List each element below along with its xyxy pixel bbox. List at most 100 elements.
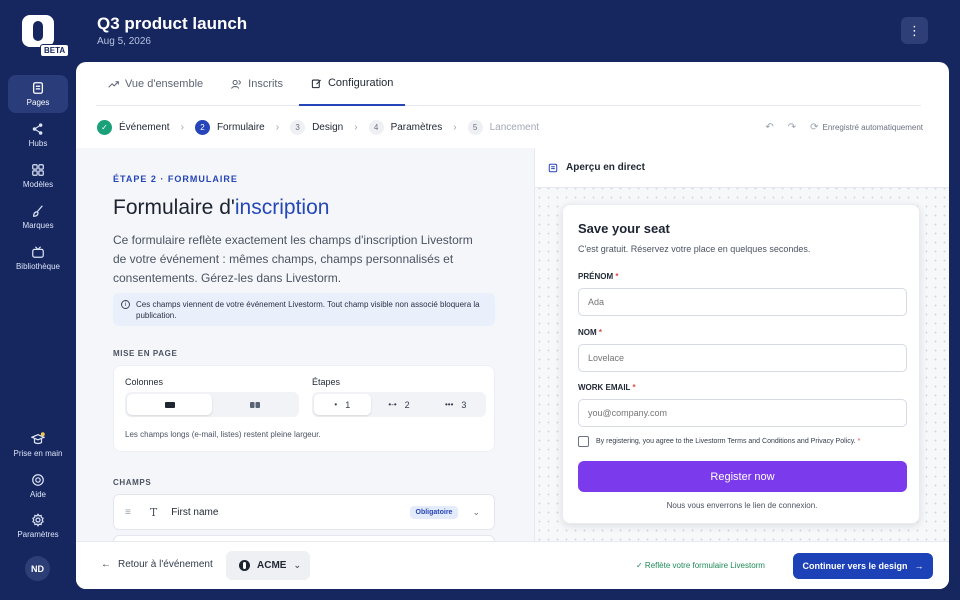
rail-item-label: Bibliothèque [15, 262, 61, 271]
columns-option-one[interactable] [127, 394, 212, 415]
form-footnote: Nous vous enverrons le lien de connexion… [666, 501, 818, 510]
rail-item-hubs[interactable]: Hubs [8, 116, 68, 154]
footer-bar: ← Retour à l'événement ACME ⌄ ✓ Reflète … [76, 541, 949, 589]
chevron-right-icon: › [354, 121, 358, 133]
brand-name: ACME [257, 560, 287, 571]
step-design[interactable]: 3 Design [290, 119, 343, 135]
drag-handle-icon[interactable]: ≡ [125, 507, 131, 518]
rail-item-label: Aide [29, 490, 46, 499]
tab-configuration[interactable]: Configuration [298, 62, 406, 106]
steps-segmented-control: • 1 •-• 2 ••• 3 [312, 392, 486, 417]
consent-checkbox[interactable] [578, 436, 589, 447]
layout-settings: Colonnes Étapes • 1 •-• 2 ••• 3 Les champs … [113, 365, 495, 452]
sync-status: ✓ Reflète votre formulaire Livestorm [636, 561, 765, 570]
rail-item-pages[interactable]: Pages [8, 75, 68, 113]
preview-title: Aperçu en direct [566, 162, 645, 173]
rail-item-label: Hubs [28, 139, 48, 148]
first-name-input[interactable] [578, 288, 907, 316]
brand-selector[interactable]: ACME ⌄ [226, 551, 310, 580]
step-number: 3 [290, 119, 306, 135]
rail-item-label: Paramètres [17, 530, 59, 539]
tab-overview[interactable]: Vue d'ensemble [96, 62, 215, 106]
tab-label: Inscrits [248, 78, 283, 90]
required-badge: Obligatoire [409, 505, 459, 519]
title-plain: Formulaire d' [113, 196, 235, 219]
single-column-icon [164, 401, 175, 408]
section-description: Ce formulaire reflète exactement les cha… [113, 233, 473, 285]
required-mark: * [615, 272, 619, 281]
undo-icon[interactable]: ↶ [765, 122, 773, 133]
edit-icon [311, 79, 321, 88]
users-icon [231, 79, 241, 89]
tab-registrants[interactable]: Inscrits [219, 62, 295, 106]
section-title: Formulaire d'inscription [113, 196, 329, 220]
info-icon: i [121, 300, 130, 309]
preview-header: Aperçu en direct [535, 148, 949, 188]
step-number: 4 [368, 119, 384, 135]
tab-bar: Vue d'ensemble Inscrits Configuration [96, 62, 921, 106]
step-label: Lancement [489, 121, 540, 133]
chevron-right-icon: › [453, 121, 457, 133]
option-label: 1 [345, 399, 351, 410]
rail-item-bibliotheque[interactable]: Bibliothèque [8, 239, 68, 277]
last-name-input[interactable] [578, 344, 907, 372]
sync-icon: ⟳ [810, 121, 819, 133]
tv-icon [32, 246, 44, 258]
dots-icon: •-• [388, 400, 397, 409]
brand-logo-icon [239, 560, 250, 571]
label-text: NOM [578, 328, 597, 337]
rail-item-prise-en-main[interactable]: Prise en main [8, 426, 68, 464]
rail-item-marques[interactable]: Marques [8, 198, 68, 236]
rail-item-modeles[interactable]: Modèles [8, 157, 68, 195]
chevron-down-icon[interactable]: ⌄ [472, 507, 480, 518]
check-icon: ✓ [97, 119, 112, 135]
first-name-label: PRÉNOM * [578, 272, 618, 281]
form-title: Save your seat [578, 221, 670, 236]
field-row[interactable]: ≡ T First name Obligatoire ⌄ [113, 494, 495, 530]
fields-heading: CHAMPS [113, 478, 152, 487]
columns-segmented-control [125, 392, 299, 417]
last-name-label: NOM * [578, 328, 602, 337]
label-text: PRÉNOM [578, 272, 614, 281]
redo-icon[interactable]: ↷ [788, 122, 796, 133]
steps-label: Étapes [312, 377, 341, 387]
form-settings-pane: ÉTAPE 2 · FORMULAIRE Formulaire d'inscri… [76, 148, 534, 541]
work-email-input[interactable] [578, 399, 907, 427]
event-date: Aug 5, 2026 [97, 36, 151, 47]
main-card: Vue d'ensemble Inscrits Configuration ✓ … [76, 62, 949, 589]
graduation-cap-icon [31, 432, 45, 445]
share-icon [32, 123, 43, 135]
required-mark: * [632, 383, 636, 392]
step-formulaire[interactable]: 2 Formulaire [194, 119, 265, 135]
dots-icon: ••• [444, 400, 454, 409]
steps-option-2[interactable]: •-• 2 [371, 394, 428, 415]
continue-button[interactable]: Continuer vers le design → [793, 553, 933, 579]
more-options-button[interactable]: ⋮ [901, 17, 928, 44]
back-button[interactable]: ← Retour à l'événement [101, 559, 213, 570]
columns-label: Colonnes [125, 377, 164, 387]
gear-icon [32, 513, 44, 527]
rail-item-label: Pages [26, 98, 50, 107]
steps-option-3[interactable]: ••• 3 [427, 394, 484, 415]
steps-option-1[interactable]: • 1 [314, 394, 371, 415]
brush-icon [33, 205, 43, 217]
two-column-icon [249, 401, 260, 408]
step-eyebrow: ÉTAPE 2 · FORMULAIRE [113, 174, 238, 184]
app-logo[interactable] [22, 15, 54, 47]
step-parametres[interactable]: 4 Paramètres [368, 119, 442, 135]
help-icon [32, 474, 44, 486]
title-accent: inscription [234, 196, 330, 219]
rail-item-parametres[interactable]: Paramètres [8, 507, 68, 545]
columns-option-two[interactable] [212, 394, 297, 415]
info-banner: i Ces champs viennent de votre événement… [113, 293, 495, 326]
step-lancement: 5 Lancement [467, 119, 540, 135]
user-avatar[interactable]: ND [25, 556, 50, 581]
rail-item-aide[interactable]: Aide [8, 467, 68, 505]
tab-label: Configuration [327, 77, 394, 89]
text-type-icon: T [149, 505, 158, 519]
register-button[interactable]: Register now [578, 461, 907, 492]
step-number: 2 [194, 119, 210, 135]
step-evenement[interactable]: ✓ Événement [97, 119, 170, 135]
chevron-right-icon: › [275, 121, 280, 133]
preview-icon [548, 163, 558, 172]
